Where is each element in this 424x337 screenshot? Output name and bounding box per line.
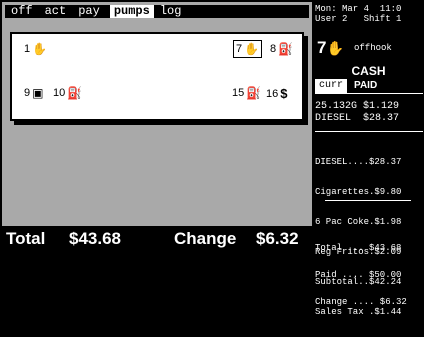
pump-number: 10 (53, 87, 66, 99)
pump-icon: ⛽ (246, 86, 262, 100)
user-shift: User 2 Shift 1 (315, 14, 402, 24)
divider (315, 131, 423, 132)
pump-icon: ⛽ (67, 86, 83, 100)
pump-9[interactable]: 9 ▣ (24, 86, 43, 100)
receipt-panel: Mon: Mar 4 11:0 User 2 Shift 1 7✋ offhoo… (313, 0, 424, 317)
totals-bar: Total $43.68 Change $6.32 (0, 227, 312, 253)
hand-icon: ✋ (32, 42, 48, 56)
tab-pay[interactable]: pay (72, 5, 106, 18)
receipt-total: Total ... $43.68 (315, 243, 402, 253)
hand-icon: ✋ (244, 42, 260, 56)
divider (325, 200, 411, 201)
tab-off[interactable]: off (5, 5, 39, 18)
change-label: Change (174, 229, 237, 248)
pump-number: 15 (232, 87, 245, 99)
line-item: Cigarettes.$9.80 (315, 187, 402, 197)
pump-grid: 1 ✋ 7 ✋ 8 ⛽ 9 ▣ 10 ⛽ 15 ⛽ 16 $ (10, 32, 304, 121)
pump-number: 16 (266, 87, 279, 100)
receipt-totals: Total ... $43.68 Paid .... $50.00 Change… (315, 226, 407, 325)
pump-16[interactable]: 16 $ (266, 86, 287, 101)
pump-number: 9 (24, 87, 31, 99)
pump-8[interactable]: 8 ⛽ (270, 42, 293, 56)
main-panel: off act pay pumps log 1 ✋ 7 ✋ 8 ⛽ 9 ▣ 10… (2, 2, 312, 226)
pump-number: 8 (270, 43, 277, 55)
divider (315, 93, 423, 94)
total-value: $43.68 (69, 229, 121, 248)
hand-icon: ✋ (326, 40, 344, 56)
date-time: Mon: Mar 4 11:0 (315, 4, 402, 14)
nozzle-icon: ▣ (32, 86, 44, 100)
line-item: DIESEL....$28.37 (315, 157, 402, 167)
tab-bar: off act pay pumps log (5, 5, 309, 18)
tab-act[interactable]: act (39, 5, 73, 18)
pump-15[interactable]: 15 ⛽ (232, 86, 261, 100)
change-value: $6.32 (256, 229, 299, 248)
receipt-paid: Paid .... $50.00 (315, 270, 402, 280)
receipt-change: Change .... $6.32 (315, 297, 407, 307)
fuel-grade-line: DIESEL $28.37 (315, 113, 400, 124)
pump-7[interactable]: 7 ✋ (233, 40, 263, 58)
tab-curr[interactable]: curr (315, 79, 348, 93)
pump-status: offhook (354, 43, 392, 53)
tab-paid[interactable]: PAID (351, 80, 380, 92)
pump-number: 7 (236, 43, 243, 55)
selected-pump: 7✋ (317, 38, 344, 58)
tab-pumps[interactable]: pumps (109, 5, 154, 18)
pump-number: 1 (24, 43, 31, 55)
fuel-volume-line: 25.132G $1.129 (315, 101, 400, 112)
pump-icon: ⛽ (278, 42, 294, 56)
tender-type: CASH (351, 64, 386, 78)
dollar-icon: $ (280, 86, 288, 101)
tab-log[interactable]: log (154, 5, 188, 18)
total-label: Total (6, 229, 46, 248)
pump-10[interactable]: 10 ⛽ (53, 86, 82, 100)
receipt-tabs: curr PAID (315, 79, 380, 93)
pump-1[interactable]: 1 ✋ (24, 42, 47, 56)
